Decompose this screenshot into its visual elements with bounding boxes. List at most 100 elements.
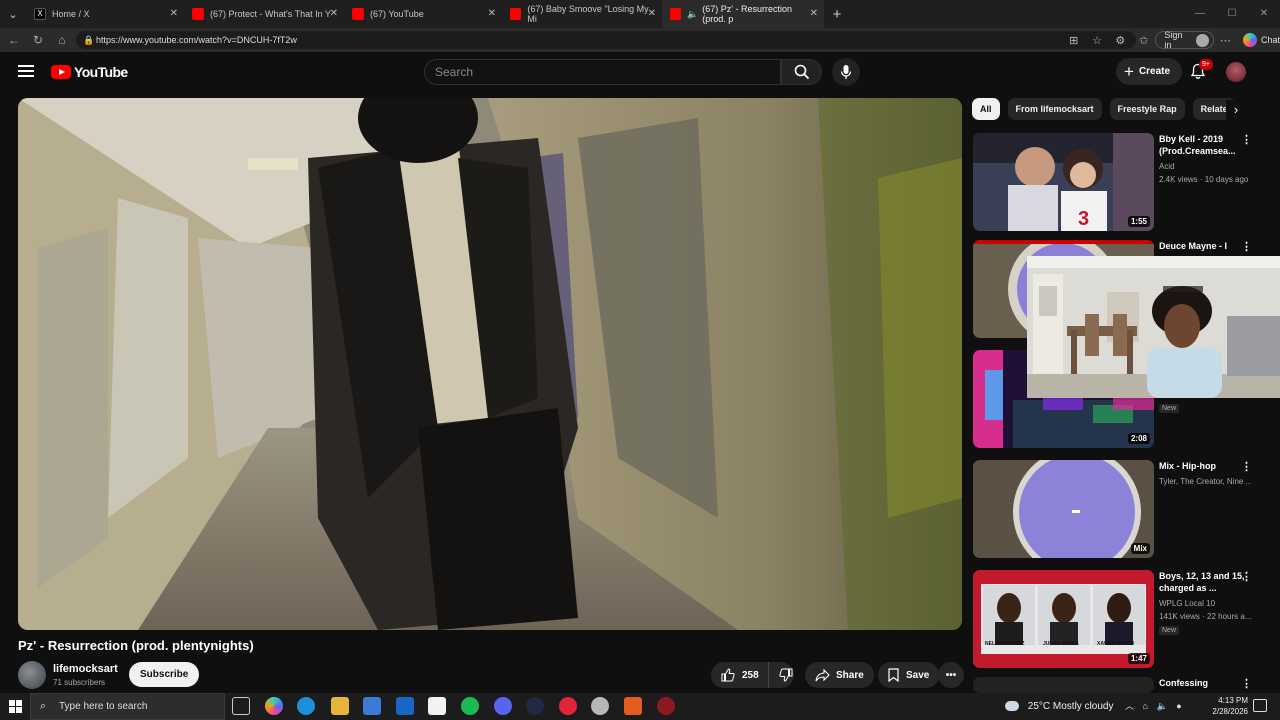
close-tab-icon[interactable]: ✕ — [488, 8, 496, 19]
spotify-icon[interactable] — [461, 697, 479, 715]
close-tab-icon[interactable]: ✕ — [330, 8, 338, 19]
browser-tab[interactable]: (67) YouTube ✕ — [344, 0, 502, 28]
mail-icon[interactable] — [396, 697, 414, 715]
discord-icon[interactable] — [494, 697, 512, 715]
more-menu-icon[interactable]: ⋯ — [1214, 34, 1237, 47]
game-icon[interactable] — [624, 697, 642, 715]
share-button[interactable]: Share — [805, 662, 874, 688]
youtube-icon — [510, 8, 522, 20]
recommendation-channel[interactable]: WPLG Local 10 — [1159, 599, 1251, 608]
close-tab-icon[interactable]: ✕ — [648, 8, 656, 19]
browser-tab[interactable]: (67) Protect - What's That In Y ✕ — [184, 0, 344, 28]
start-button[interactable] — [0, 693, 30, 720]
more-actions-button[interactable]: ••• — [938, 662, 964, 688]
close-tab-icon[interactable]: ✕ — [170, 8, 178, 19]
recommendation-item[interactable]: Mix Mix - Hip-hop Tyler, The Creator, Ni… — [973, 460, 1263, 558]
recommendation-item[interactable]: 3 1:55 Bby Kell - 2019 (Prod.Creamsea...… — [973, 133, 1263, 231]
search-button[interactable] — [781, 59, 822, 85]
recommendation-item[interactable]: Confessing ⋮ — [973, 677, 1263, 693]
video-thumbnail[interactable] — [973, 677, 1154, 693]
more-vertical-icon[interactable]: ⋮ — [1241, 570, 1252, 583]
chevron-up-icon[interactable]: ︿ — [1125, 701, 1134, 711]
recommendation-title[interactable]: Boys, 12, 13 and 15, charged as ... — [1159, 570, 1249, 594]
copilot-icon[interactable] — [265, 697, 283, 715]
apps-icon[interactable]: ⊞ — [1062, 34, 1085, 47]
edge-icon[interactable] — [297, 697, 315, 715]
recommendation-title[interactable]: Bby Kell - 2019 (Prod.Creamsea... — [1159, 133, 1249, 157]
back-icon[interactable]: ← — [2, 33, 26, 47]
browser-tab-active[interactable]: 🔈 (67) Pz' - Resurrection (prod. p ✕ — [662, 0, 824, 28]
chip-freestyle-rap[interactable]: Freestyle Rap — [1109, 98, 1185, 120]
refresh-icon[interactable]: ↻ — [26, 33, 50, 47]
close-window-icon[interactable]: ✕ — [1248, 0, 1280, 28]
like-button[interactable]: 258 — [711, 662, 769, 688]
steam-icon[interactable] — [591, 697, 609, 715]
favorites-icon[interactable]: ✩ — [1132, 34, 1155, 47]
voice-search-button[interactable] — [832, 58, 860, 86]
chip-all[interactable]: All — [972, 98, 1000, 120]
thumbs-down-icon — [779, 668, 793, 682]
youtube-logo[interactable]: YouTube — [51, 64, 128, 80]
speaker-icon[interactable]: 🔈 — [687, 9, 698, 20]
notification-center-icon[interactable] — [1253, 699, 1267, 712]
channel-avatar[interactable] — [18, 661, 46, 689]
store-icon[interactable] — [363, 697, 381, 715]
recommendation-title[interactable]: Deuce Mayne - I — [1159, 240, 1249, 252]
chevron-right-icon[interactable]: › — [1226, 100, 1246, 120]
notification-badge: 9+ — [1199, 59, 1213, 70]
url-field[interactable]: 🔒 https://www.youtube.com/watch?v=DNCUH-… — [76, 31, 1136, 49]
volume-icon[interactable]: 🔈 — [1156, 701, 1167, 711]
save-button[interactable]: Save — [878, 662, 940, 688]
more-vertical-icon[interactable]: ⋮ — [1241, 240, 1252, 253]
task-view-icon[interactable] — [232, 697, 250, 715]
network-icon[interactable]: ⌂ — [1143, 701, 1148, 711]
search-input[interactable]: Search — [424, 59, 781, 85]
address-bar-actions: ⊞ ☆ ⚙ ✩ Sign in ⋯ Chat — [1062, 30, 1280, 50]
channel-name[interactable]: lifemocksart — [53, 663, 118, 675]
close-tab-icon[interactable]: ✕ — [810, 8, 818, 19]
dislike-button[interactable] — [769, 662, 793, 688]
minimize-icon[interactable]: — — [1184, 0, 1216, 28]
file-explorer-icon[interactable] — [331, 697, 349, 715]
chip-from-channel[interactable]: From lifemocksart — [1007, 98, 1102, 120]
obs-icon[interactable] — [657, 697, 675, 715]
subscribe-button[interactable]: Subscribe — [129, 662, 200, 687]
plus-icon: + — [1124, 61, 1134, 81]
recommendation-title[interactable]: Mix - Hip-hop — [1159, 460, 1249, 472]
home-icon[interactable]: ⌂ — [50, 33, 74, 47]
more-vertical-icon[interactable]: ⋮ — [1241, 460, 1252, 473]
video-thumbnail[interactable]: Mix — [973, 460, 1154, 558]
notifications-button[interactable]: 9+ — [1190, 59, 1213, 81]
recommendation-item[interactable]: NELSON NUNEZ JUDAH JONES XAVIER TYSON 1:… — [973, 570, 1263, 668]
browser-tab[interactable]: X Home / X ✕ — [26, 0, 184, 28]
extensions-icon[interactable]: ⚙ — [1109, 34, 1132, 47]
menu-icon[interactable] — [18, 65, 34, 77]
new-tab-button[interactable]: + — [824, 6, 850, 23]
create-button[interactable]: + Create — [1116, 58, 1183, 85]
video-player[interactable] — [18, 98, 962, 630]
tab-actions-menu-icon[interactable]: ⌄ — [0, 0, 26, 28]
youtube-app-icon[interactable] — [559, 697, 577, 715]
favorite-star-icon[interactable]: ☆ — [1085, 34, 1108, 47]
copilot-chat-button[interactable]: Chat — [1243, 33, 1280, 47]
more-vertical-icon[interactable]: ⋮ — [1241, 133, 1252, 146]
recommendation-channel[interactable]: Acid — [1159, 162, 1251, 171]
create-label: Create — [1138, 66, 1171, 77]
browser-tab[interactable]: (67) Baby Smoove "Losing My Mi ✕ — [502, 0, 662, 28]
more-vertical-icon[interactable]: ⋮ — [1241, 677, 1252, 690]
account-avatar[interactable] — [1226, 62, 1246, 82]
clock[interactable]: 4:13 PM 2/28/2026 — [1200, 695, 1248, 717]
video-thumbnail[interactable]: 3 1:55 — [973, 133, 1154, 231]
recommendation-title[interactable]: Confessing — [1159, 677, 1249, 689]
document-icon[interactable] — [428, 697, 446, 715]
media-app-icon[interactable] — [526, 697, 544, 715]
mic-tray-icon[interactable]: ● — [1176, 701, 1181, 711]
recommendation-channel[interactable]: Tyler, The Creator, Nine ... — [1159, 477, 1251, 486]
duration-badge: 1:47 — [1127, 653, 1150, 664]
taskbar-search-input[interactable]: ⌕ Type here to search — [30, 693, 225, 720]
maximize-icon[interactable]: ☐ — [1216, 0, 1248, 28]
video-thumbnail[interactable]: NELSON NUNEZ JUDAH JONES XAVIER TYSON 1:… — [973, 570, 1154, 668]
weather-widget[interactable]: 25°C Mostly cloudy — [1005, 693, 1113, 720]
bookmark-icon — [888, 668, 899, 682]
sign-in-button[interactable]: Sign in — [1155, 30, 1214, 50]
